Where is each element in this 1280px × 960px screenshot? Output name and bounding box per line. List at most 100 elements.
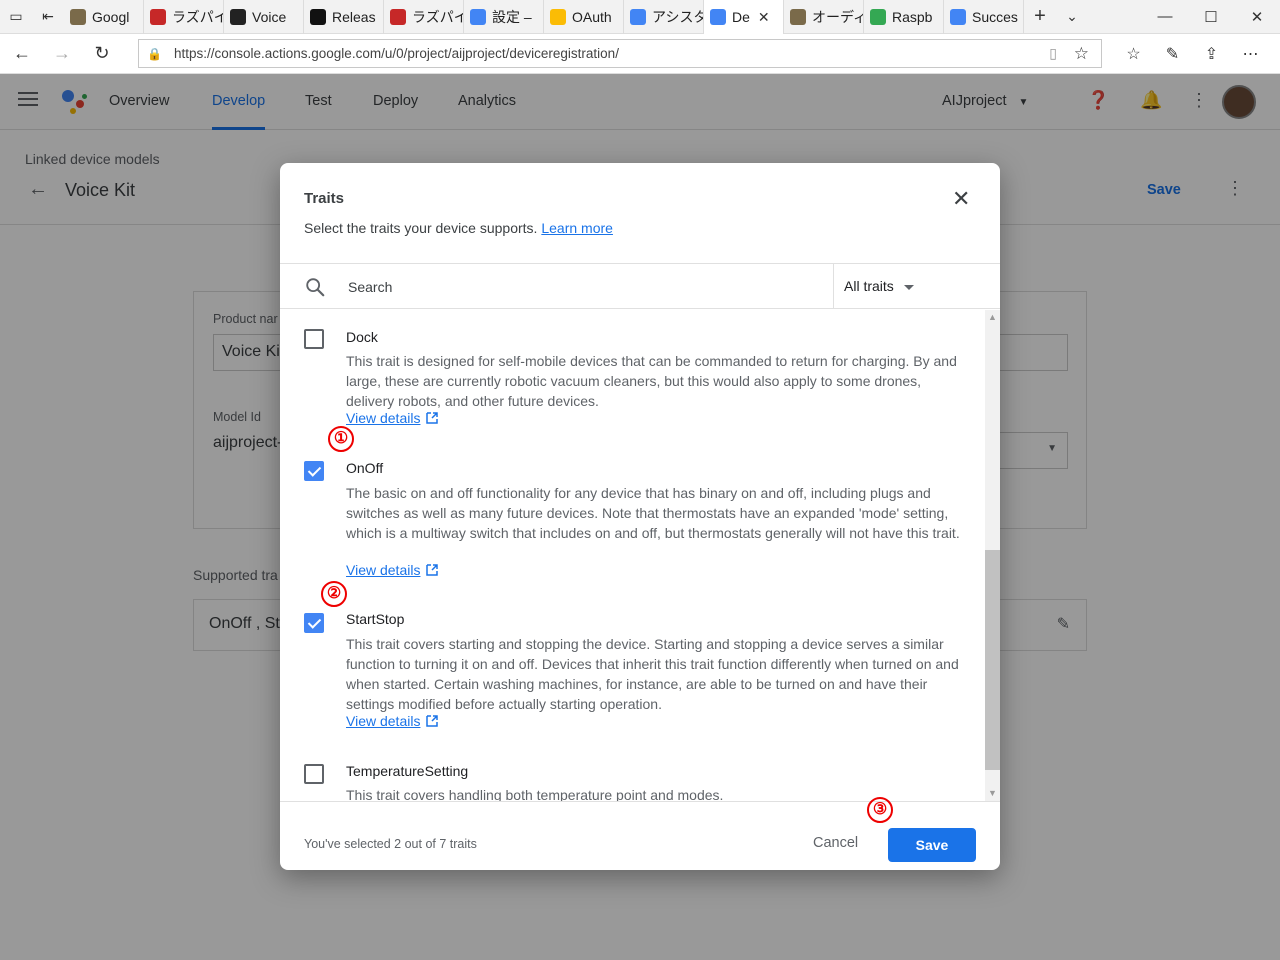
- view-details-link[interactable]: View details: [346, 562, 439, 578]
- cancel-button[interactable]: Cancel: [813, 835, 858, 851]
- browser-tab-bar: ▭ ⇤ Googl ラズパイ Voice Releas ラズパイ 設定 – OAuth アシス…: [0, 0, 1280, 35]
- view-details-label: View details: [346, 562, 421, 578]
- forward-icon[interactable]: →: [42, 43, 82, 64]
- trait-name: OnOff: [346, 460, 384, 476]
- tab-actions-icon[interactable]: ▭: [0, 0, 32, 34]
- scrollbar-thumb[interactable]: [985, 550, 1000, 770]
- trait-checkbox-onoff[interactable]: [304, 461, 324, 481]
- tab-strip: Googl ラズパイ Voice Releas ラズパイ 設定 – OAuth アシスタ De ✕…: [64, 0, 1024, 35]
- trait-filter-value: All traits: [844, 278, 894, 294]
- trait-checkbox-startstop[interactable]: [304, 613, 324, 633]
- trait-checkbox-temperaturesetting[interactable]: [304, 764, 324, 784]
- tab-label: De: [732, 9, 750, 25]
- browser-tab[interactable]: Releas: [304, 0, 384, 34]
- tab-list-icon[interactable]: ⌄: [1056, 0, 1088, 34]
- url-text: https://console.actions.google.com/u/0/p…: [173, 46, 619, 61]
- dialog-title: Traits: [304, 190, 345, 207]
- tab-favicon-icon: [710, 9, 726, 25]
- favorites-icon[interactable]: ☆: [1114, 44, 1153, 64]
- search-row: All traits: [280, 263, 1000, 309]
- browser-tab[interactable]: ラズパイ: [384, 0, 464, 34]
- favorite-star-icon[interactable]: ☆: [1074, 44, 1089, 64]
- back-icon[interactable]: ←: [2, 43, 42, 64]
- minimize-icon[interactable]: —: [1142, 8, 1188, 25]
- browser-tab[interactable]: Raspb: [864, 0, 944, 34]
- trait-name: Dock: [346, 329, 378, 345]
- tab-favicon-icon: [150, 8, 166, 25]
- tab-favicon-icon: [870, 8, 886, 25]
- list-scrollbar[interactable]: ▲ ▼: [985, 310, 1000, 801]
- close-tab-icon[interactable]: ✕: [758, 9, 770, 26]
- browser-tab[interactable]: ラズパイ: [144, 0, 224, 34]
- browser-tab[interactable]: OAuth: [544, 0, 624, 34]
- save-button[interactable]: Save: [888, 828, 976, 862]
- trait-filter-dropdown[interactable]: All traits: [833, 264, 1000, 309]
- browser-tab[interactable]: Voice: [224, 0, 304, 34]
- new-tab-icon[interactable]: +: [1024, 0, 1056, 34]
- scroll-up-icon[interactable]: ▲: [988, 312, 997, 322]
- browser-tab[interactable]: De ✕: [704, 0, 784, 35]
- set-aside-tabs-icon[interactable]: ⇤: [32, 0, 64, 34]
- tab-favicon-icon: [950, 8, 966, 25]
- close-window-icon[interactable]: ✕: [1234, 8, 1280, 26]
- browser-tab[interactable]: Googl: [64, 0, 144, 34]
- share-icon[interactable]: ⇪: [1192, 44, 1231, 64]
- close-icon[interactable]: ✕: [952, 186, 970, 212]
- tab-label: Googl: [92, 8, 130, 25]
- learn-more-link[interactable]: Learn more: [541, 220, 613, 236]
- tab-favicon-icon: [310, 8, 326, 25]
- tab-favicon-icon: [230, 8, 246, 25]
- pen-icon[interactable]: ✎: [1153, 44, 1192, 64]
- dropdown-caret-icon: [903, 284, 914, 290]
- trait-name: StartStop: [346, 611, 405, 627]
- search-icon: [306, 278, 325, 297]
- browser-address-bar: ← → ↻ 🔒 https://console.actions.google.c…: [0, 34, 1280, 74]
- tab-favicon-icon: [550, 8, 566, 25]
- view-details-label: View details: [346, 713, 421, 729]
- lock-icon: 🔒: [147, 46, 162, 61]
- more-icon[interactable]: ⋯: [1231, 44, 1270, 64]
- selection-status: You've selected 2 out of 7 traits: [304, 837, 477, 851]
- tab-label: オーディ: [812, 8, 864, 25]
- scroll-down-icon[interactable]: ▼: [988, 788, 997, 798]
- traits-list: Dock This trait is designed for self-mob…: [280, 310, 985, 801]
- maximize-icon[interactable]: ☐: [1188, 8, 1234, 26]
- view-details-label: View details: [346, 410, 421, 426]
- tab-favicon-icon: [70, 8, 86, 25]
- tab-label: 設定 –: [492, 8, 532, 25]
- search-input[interactable]: [348, 274, 818, 300]
- browser-tab[interactable]: Succes: [944, 0, 1024, 34]
- trait-name: TemperatureSetting: [346, 763, 469, 779]
- view-details-link[interactable]: View details: [346, 713, 439, 729]
- annotation-marker-3: ③: [867, 797, 893, 823]
- url-field[interactable]: 🔒 https://console.actions.google.com/u/0…: [138, 39, 1102, 68]
- trait-checkbox-dock[interactable]: [304, 329, 324, 349]
- tab-label: Releas: [332, 8, 376, 25]
- external-link-icon: [426, 412, 439, 424]
- tab-label: ラズパイ: [172, 8, 224, 25]
- tab-label: アシスタ: [652, 8, 704, 25]
- trait-description: This trait is designed for self-mobile d…: [346, 353, 957, 409]
- browser-tab[interactable]: アシスタ: [624, 0, 704, 34]
- tab-favicon-icon: [630, 8, 646, 25]
- annotation-marker-2: ②: [321, 581, 347, 607]
- tab-label: Raspb: [892, 8, 933, 25]
- tab-label: ラズパイ: [412, 8, 464, 25]
- traits-dialog: Traits ✕ Select the traits your device s…: [280, 163, 1000, 870]
- tab-favicon-icon: [390, 8, 406, 25]
- view-details-link[interactable]: View details: [346, 410, 439, 426]
- browser-tab[interactable]: 設定 –: [464, 0, 544, 34]
- dialog-subtitle-text: Select the traits your device supports.: [304, 220, 538, 236]
- refresh-icon[interactable]: ↻: [82, 43, 122, 64]
- tab-label: OAuth: [572, 8, 612, 25]
- browser-tab[interactable]: オーディ: [784, 0, 864, 34]
- external-link-icon: [426, 564, 439, 576]
- trait-description: The basic on and off functionality for a…: [346, 485, 960, 541]
- tab-favicon-icon: [470, 8, 486, 25]
- trait-description: This trait covers starting and stopping …: [346, 636, 959, 712]
- external-link-icon: [426, 715, 439, 727]
- tab-favicon-icon: [790, 8, 806, 25]
- reading-view-icon[interactable]: ▯: [1049, 45, 1057, 62]
- tab-label: Succes: [972, 8, 1018, 25]
- annotation-marker-1: ①: [328, 426, 354, 452]
